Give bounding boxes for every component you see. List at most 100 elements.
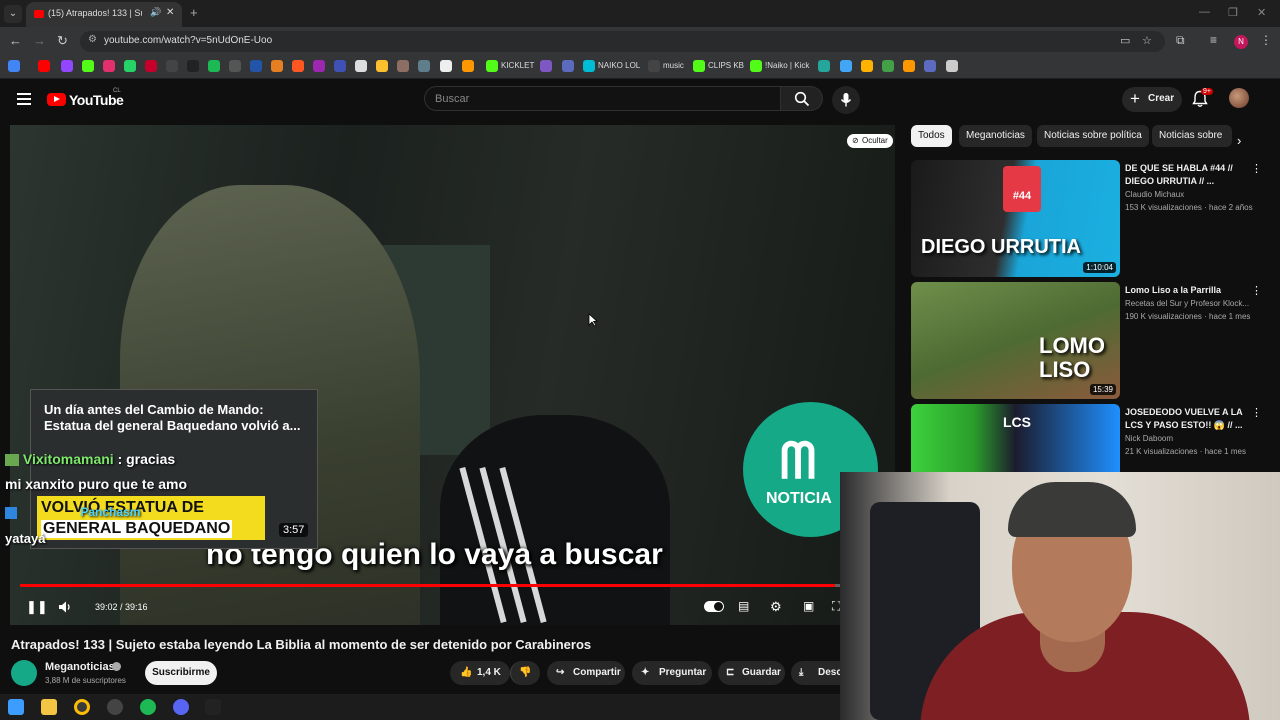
browser-tab-active[interactable]: (15) Atrapados! 133 | Sujeto 🔊 ✕ xyxy=(26,2,182,27)
more-options-icon[interactable]: ⋮ xyxy=(1251,284,1262,297)
menu-icon[interactable] xyxy=(17,93,31,105)
back-button[interactable]: ← xyxy=(9,33,22,48)
chrome-icon[interactable] xyxy=(74,699,90,715)
windows-start-icon[interactable] xyxy=(8,699,24,715)
bookmark-whatsapp-icon[interactable] xyxy=(124,60,136,72)
bookmark-teal-icon[interactable] xyxy=(818,60,830,72)
bookmark-x-icon[interactable] xyxy=(166,60,178,72)
discord-icon[interactable] xyxy=(173,699,189,715)
bookmark-spotify-icon[interactable] xyxy=(208,60,220,72)
cast-icon[interactable]: ▭ xyxy=(1120,34,1130,47)
bookmark-grey-icon[interactable] xyxy=(418,60,430,72)
bookmark-ring-icon[interactable] xyxy=(924,60,936,72)
reading-list-icon[interactable]: ≡ xyxy=(1210,33,1217,47)
bookmark-gold-icon[interactable] xyxy=(861,60,873,72)
search-button[interactable] xyxy=(781,86,823,111)
recommendation-thumbnail[interactable]: LOMO LISO 15:39 xyxy=(911,282,1120,399)
bookmark-youtube-icon[interactable] xyxy=(38,60,50,72)
account-avatar[interactable] xyxy=(1229,88,1249,108)
bookmark-kick-icon[interactable] xyxy=(82,60,94,72)
bookmark-green-icon[interactable] xyxy=(882,60,894,72)
more-options-icon[interactable]: ⋮ xyxy=(1251,406,1262,419)
recommendation-thumbnail[interactable]: LCS xyxy=(911,404,1120,472)
miniplayer-icon[interactable]: ▣ xyxy=(803,599,814,613)
channel-avatar[interactable] xyxy=(11,660,37,686)
bookmark-diamond-icon[interactable] xyxy=(440,60,452,72)
bookmark-red-orange-icon[interactable] xyxy=(292,60,304,72)
url-text[interactable]: youtube.com/watch?v=5nUdOnE-Uoo xyxy=(104,35,272,46)
bookmark-naiko-kick[interactable]: !Naiko | Kick xyxy=(765,61,809,70)
bookmark-orange-icon[interactable] xyxy=(271,60,283,72)
bookmark-blue-icon[interactable] xyxy=(250,60,262,72)
voice-search-button[interactable] xyxy=(832,86,860,114)
save-button[interactable]: ⊏ Guardar xyxy=(718,661,785,685)
bookmark-naiko-lol[interactable]: NAIKO LOL xyxy=(598,61,640,70)
recommendation-title[interactable]: Lomo Liso a la Parrilla xyxy=(1125,284,1245,297)
bookmark-indigo-icon[interactable] xyxy=(334,60,346,72)
bookmark-cat-icon[interactable] xyxy=(397,60,409,72)
bookmark-music[interactable]: music xyxy=(663,61,684,70)
extensions-icon[interactable]: ⧉ xyxy=(1176,33,1185,48)
speaker-icon[interactable]: 🔊 xyxy=(150,7,161,18)
dislike-button[interactable]: 👎 xyxy=(510,661,540,685)
app-icon[interactable] xyxy=(205,699,221,715)
endscreen-card[interactable]: Un día antes del Cambio de Mando: Estatu… xyxy=(30,389,318,549)
bookmark-instagram-icon[interactable] xyxy=(103,60,115,72)
more-options-icon[interactable]: ⋮ xyxy=(1251,162,1262,175)
minimize-button[interactable]: — xyxy=(1199,6,1210,18)
recommendation-channel[interactable]: Claudio Michaux xyxy=(1125,190,1184,199)
tab-search-button[interactable]: ⌄ xyxy=(4,5,22,23)
channel-name[interactable]: Meganoticias xyxy=(45,661,115,673)
like-button[interactable]: 👍 1,4 K xyxy=(450,661,510,685)
recommendation-title[interactable]: JOSEDEODO VUELVE A LA LCS Y PASO ESTO!! … xyxy=(1125,406,1245,432)
bookmark-twitch-icon[interactable] xyxy=(61,60,73,72)
video-player[interactable]: ᗰ NOTICIA ⊘ Ocultar no tengo quien lo va… xyxy=(10,125,895,625)
bookmark-s-icon[interactable] xyxy=(229,60,241,72)
create-button[interactable]: + Crear xyxy=(1122,87,1182,112)
bookmark-pinterest-icon[interactable] xyxy=(145,60,157,72)
bookmark-amber-icon[interactable] xyxy=(462,60,474,72)
site-info-icon[interactable]: ⚙ xyxy=(88,34,97,45)
bookmark-music-icon[interactable] xyxy=(648,60,660,72)
download-button[interactable]: ⤓ Desc xyxy=(791,661,842,685)
bookmark-kick-channel-icon[interactable] xyxy=(750,60,762,72)
recommendation-channel[interactable]: Recetas del Sur y Profesor Klock... xyxy=(1125,299,1249,308)
profile-avatar[interactable]: N xyxy=(1234,35,1248,49)
tab-close-icon[interactable]: ✕ xyxy=(166,7,174,18)
forward-button[interactable]: → xyxy=(33,33,46,48)
volume-icon[interactable] xyxy=(58,600,72,614)
recommendation-thumbnail[interactable]: #44 DIEGO URRUTIA 1:10:04 xyxy=(911,160,1120,277)
subtitles-icon[interactable]: ▤ xyxy=(738,599,749,613)
bookmark-tiktok-icon[interactable] xyxy=(187,60,199,72)
new-tab-button[interactable]: + xyxy=(190,5,198,20)
bookmark-star-icon[interactable]: ☆ xyxy=(1142,34,1152,47)
window-close-button[interactable]: ✕ xyxy=(1257,6,1266,19)
chip-meganoticias[interactable]: Meganoticias xyxy=(959,125,1032,147)
share-button[interactable]: ↪ Compartir xyxy=(547,661,625,685)
file-explorer-icon[interactable] xyxy=(41,699,57,715)
bookmark-white-icon[interactable] xyxy=(355,60,367,72)
bookmark-violet-icon[interactable] xyxy=(540,60,552,72)
chip-politica[interactable]: Noticias sobre política xyxy=(1037,125,1149,147)
app-icon[interactable] xyxy=(107,699,123,715)
bookmark-clips-kb[interactable]: CLIPS KB xyxy=(708,61,744,70)
autoplay-toggle[interactable] xyxy=(704,601,724,612)
bookmark-naiko-icon[interactable] xyxy=(583,60,595,72)
search-input[interactable]: Buscar xyxy=(424,86,781,111)
bookmark-kicklet-icon[interactable] xyxy=(486,60,498,72)
omnibox[interactable]: ⚙ youtube.com/watch?v=5nUdOnE-Uoo ▭ ☆ xyxy=(80,31,1165,52)
chip-noticias-sobre[interactable]: Noticias sobre xyxy=(1152,125,1232,147)
bookmark-purple-icon[interactable] xyxy=(313,60,325,72)
recommendation-channel[interactable]: Nick Daboom xyxy=(1125,434,1173,443)
chip-todos[interactable]: Todos xyxy=(911,125,952,147)
maximize-button[interactable]: ❐ xyxy=(1228,6,1238,19)
bookmark-kicklet[interactable]: KICKLET xyxy=(501,61,534,70)
bookmark-clips-icon[interactable] xyxy=(693,60,705,72)
settings-gear-icon[interactable]: ⚙ xyxy=(770,599,782,615)
bookmark-shield-icon[interactable] xyxy=(562,60,574,72)
reload-button[interactable]: ↻ xyxy=(57,33,68,49)
recommendation-item[interactable]: LCS JOSEDEODO VUELVE A LA LCS Y PASO EST… xyxy=(911,404,1271,472)
pause-button[interactable]: ❚❚ xyxy=(26,599,48,615)
bookmark-last-icon[interactable] xyxy=(946,60,958,72)
chevron-right-icon[interactable]: › xyxy=(1237,133,1241,148)
